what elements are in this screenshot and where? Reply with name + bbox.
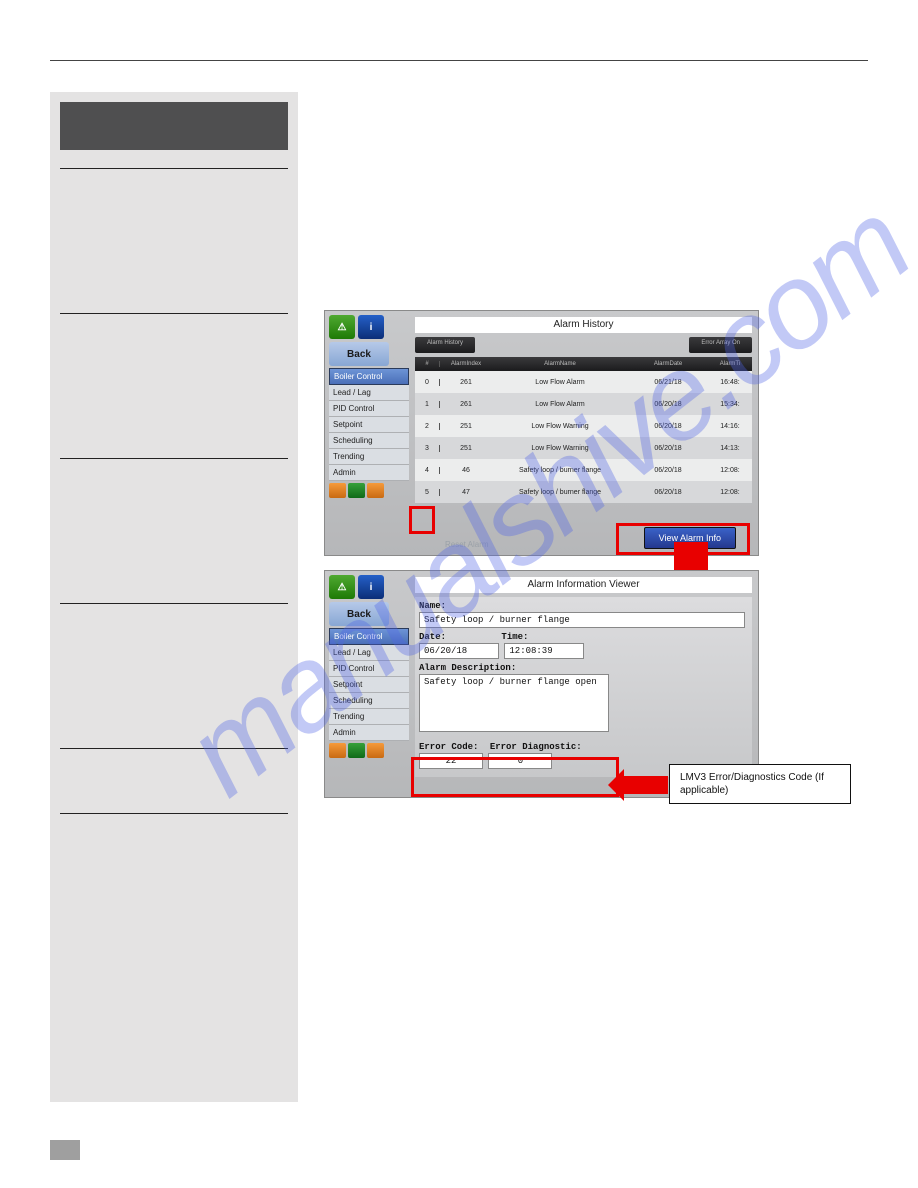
tool-icon[interactable]	[367, 483, 384, 498]
signal-icon[interactable]	[348, 483, 365, 498]
tab-error-array[interactable]: Error Array On	[689, 337, 752, 353]
table-row[interactable]: 2251Low Flow Warning06/20/1814:16:	[415, 415, 752, 437]
highlight-error-codes	[411, 757, 619, 797]
arrow-left-icon	[624, 776, 668, 794]
highlight-row-selector	[409, 506, 435, 534]
name-label: Name:	[419, 601, 748, 611]
nav-item[interactable]: Trending	[329, 449, 409, 465]
wrench-icon[interactable]	[329, 483, 346, 498]
time-label: Time:	[501, 632, 528, 642]
alert-icon[interactable]: ⚠	[329, 575, 355, 599]
nav-item[interactable]: Trending	[329, 709, 409, 725]
table-row[interactable]: 446Safety loop / burner flange06/20/1812…	[415, 459, 752, 481]
nav-item[interactable]: Lead / Lag	[329, 385, 409, 401]
error-diag-label: Error Diagnostic:	[490, 742, 582, 752]
panel-title: Alarm Information Viewer	[415, 577, 752, 593]
name-value: Safety loop / burner flange	[419, 612, 745, 628]
info-icon[interactable]: i	[358, 315, 384, 339]
desc-value: Safety loop / burner flange open	[419, 674, 609, 732]
nav-item[interactable]: Setpoint	[329, 677, 409, 693]
nav-item[interactable]: Scheduling	[329, 693, 409, 709]
error-code-label: Error Code:	[419, 742, 478, 752]
nav-header: Boiler Control	[329, 368, 409, 385]
reset-alarm-button[interactable]: Reset Alarm	[445, 540, 489, 549]
nav-item[interactable]: Lead / Lag	[329, 645, 409, 661]
alert-icon[interactable]: ⚠	[329, 315, 355, 339]
table-row[interactable]: 547Safety loop / burner flange06/20/1812…	[415, 481, 752, 503]
page-number-box	[50, 1140, 80, 1160]
nav-item[interactable]: Setpoint	[329, 417, 409, 433]
nav-header: Boiler Control	[329, 628, 409, 645]
wrench-icon[interactable]	[329, 743, 346, 758]
time-value: 12:08:39	[504, 643, 584, 659]
nav-list: Lead / Lag PID Control Setpoint Scheduli…	[329, 645, 409, 741]
info-icon[interactable]: i	[358, 575, 384, 599]
sidebar-heading	[60, 102, 288, 150]
nav-item[interactable]: Admin	[329, 465, 409, 481]
nav-item[interactable]: PID Control	[329, 401, 409, 417]
top-rule	[50, 60, 868, 61]
signal-icon[interactable]	[348, 743, 365, 758]
panel-title: Alarm History	[415, 317, 752, 333]
table-row[interactable]: 0261Low Flow Alarm06/21/1816:48:	[415, 371, 752, 393]
nav-list: Lead / Lag PID Control Setpoint Scheduli…	[329, 385, 409, 481]
tab-alarm-history[interactable]: Alarm History	[415, 337, 475, 353]
nav-item[interactable]: PID Control	[329, 661, 409, 677]
alarm-history-panel: ⚠ i Back Boiler Control Lead / Lag PID C…	[324, 310, 759, 556]
callout-box: LMV3 Error/Diagnostics Code (If applicab…	[669, 764, 851, 804]
table-header: # AlarmIndex AlarmName AlarmDate AlarmTi	[415, 357, 752, 371]
back-button[interactable]: Back	[329, 342, 389, 366]
nav-item[interactable]: Scheduling	[329, 433, 409, 449]
doc-sidebar	[50, 92, 298, 1102]
table-row[interactable]: 1261Low Flow Alarm06/20/1815:34:	[415, 393, 752, 415]
desc-label: Alarm Description:	[419, 663, 748, 673]
back-button[interactable]: Back	[329, 602, 389, 626]
date-value: 06/20/18	[419, 643, 499, 659]
tool-icon[interactable]	[367, 743, 384, 758]
nav-item[interactable]: Admin	[329, 725, 409, 741]
alarm-table: 0261Low Flow Alarm06/21/1816:48: 1261Low…	[415, 371, 752, 503]
date-label: Date:	[419, 632, 446, 642]
table-row[interactable]: 3251Low Flow Warning06/20/1814:13:	[415, 437, 752, 459]
